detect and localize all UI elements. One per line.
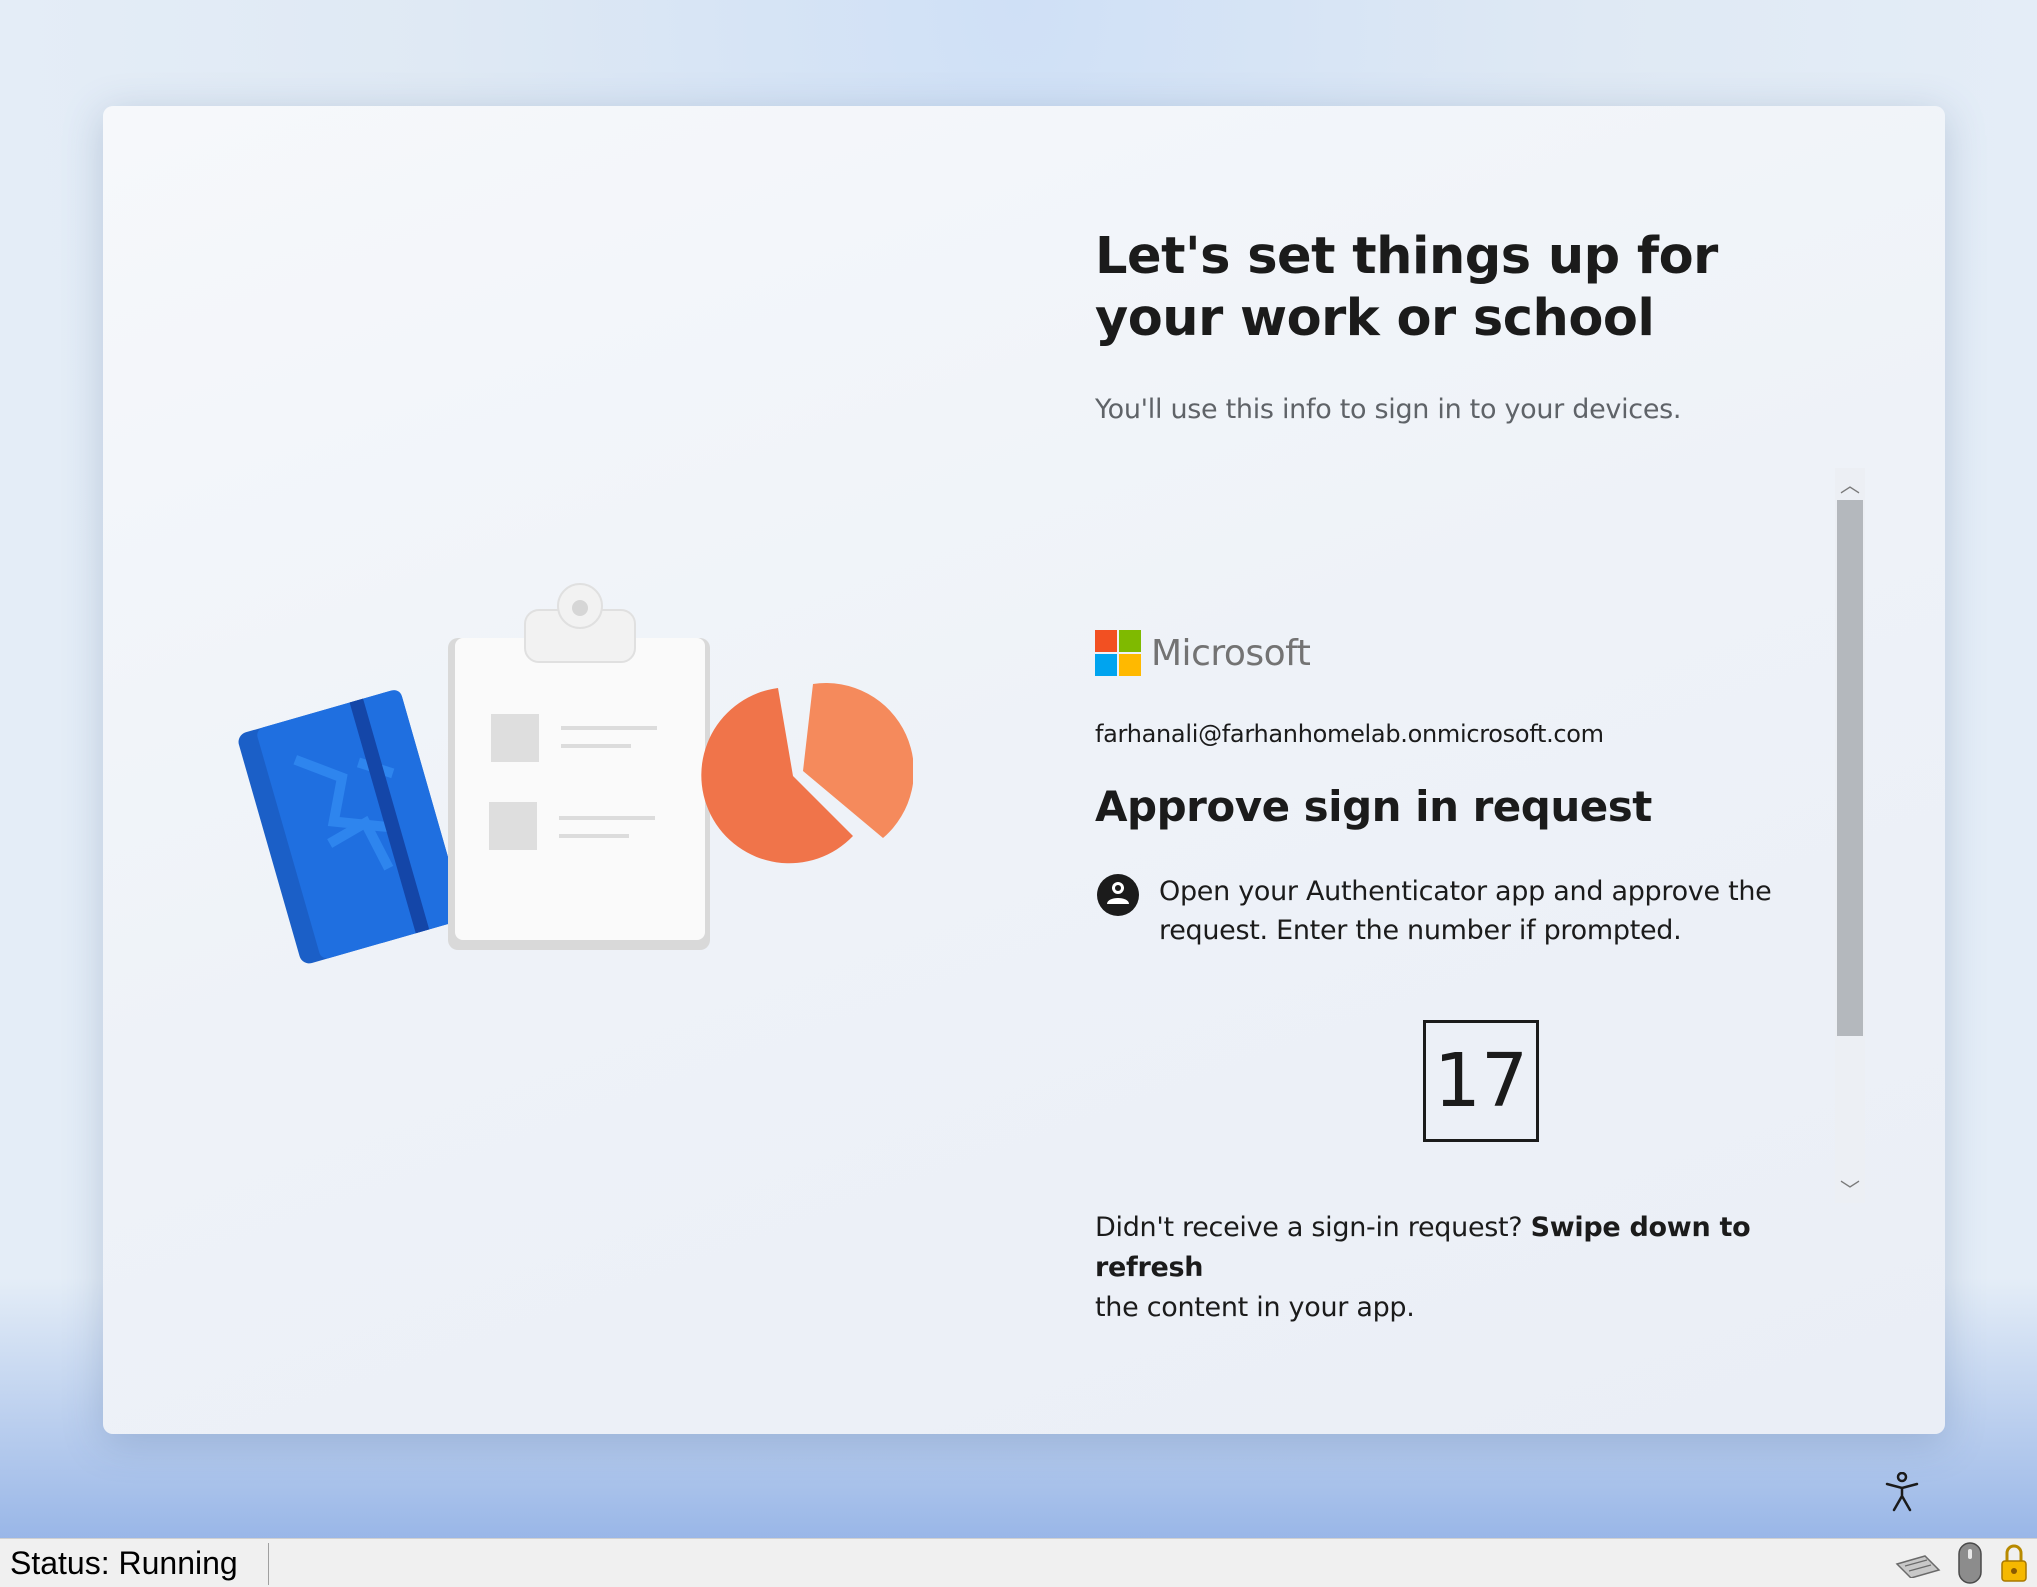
vm-status-bar: Status: Running (0, 1538, 2037, 1587)
match-number: 17 (1423, 1020, 1539, 1142)
refresh-hint: Didn't receive a sign-in request? Swipe … (1095, 1208, 1855, 1328)
microsoft-logo: Microsoft (1095, 630, 1311, 676)
accessibility-button[interactable] (1880, 1470, 1924, 1514)
oobe-content: Let's set things up for your work or sch… (1095, 226, 1905, 1323)
refresh-suffix: the content in your app. (1095, 1292, 1415, 1323)
account-email: farhanali@farhanhomelab.onmicrosoft.com (1095, 720, 1604, 748)
approve-title: Approve sign in request (1095, 782, 1652, 831)
refresh-prefix: Didn't receive a sign-in request? (1095, 1212, 1523, 1243)
status-text: Status: Running (10, 1545, 238, 1581)
accessibility-icon (1885, 1472, 1919, 1512)
lock-icon[interactable] (1999, 1541, 2029, 1585)
signin-frame[interactable]: Microsoft farhanali@farhanhomelab.onmicr… (1095, 574, 1935, 1323)
instruction-row: Open your Authenticator app and approve … (1095, 872, 1815, 950)
status-separator (268, 1543, 269, 1585)
microsoft-wordmark: Microsoft (1151, 632, 1311, 674)
keyboard-icon[interactable] (1895, 1548, 1941, 1578)
scrollbar[interactable]: ︿ ﹀ (1835, 468, 1865, 1203)
microsoft-logo-icon (1095, 630, 1141, 676)
desktop-background: Let's set things up for your work or sch… (0, 0, 2037, 1538)
scroll-thumb[interactable] (1837, 500, 1863, 1036)
illustration (238, 583, 913, 964)
logo-square-blue (1095, 654, 1117, 676)
scroll-up-button[interactable]: ︿ (1835, 468, 1865, 498)
scroll-down-button[interactable]: ﹀ (1835, 1173, 1865, 1203)
status-icons (1895, 1541, 2029, 1585)
mouse-icon[interactable] (1955, 1541, 1985, 1585)
instruction-text: Open your Authenticator app and approve … (1159, 876, 1772, 946)
logo-square-green (1119, 630, 1141, 652)
page-title: Let's set things up for your work or sch… (1095, 227, 1718, 348)
clipboard-illustration (448, 583, 710, 950)
logo-square-yellow (1119, 654, 1141, 676)
oobe-window: Let's set things up for your work or sch… (103, 106, 1945, 1434)
pie-illustration (701, 683, 913, 864)
logo-square-red (1095, 630, 1117, 652)
authenticator-lock-icon (1097, 874, 1139, 916)
page-subtitle: You'll use this info to sign in to your … (1095, 394, 1682, 425)
notebook-illustration (238, 690, 464, 964)
